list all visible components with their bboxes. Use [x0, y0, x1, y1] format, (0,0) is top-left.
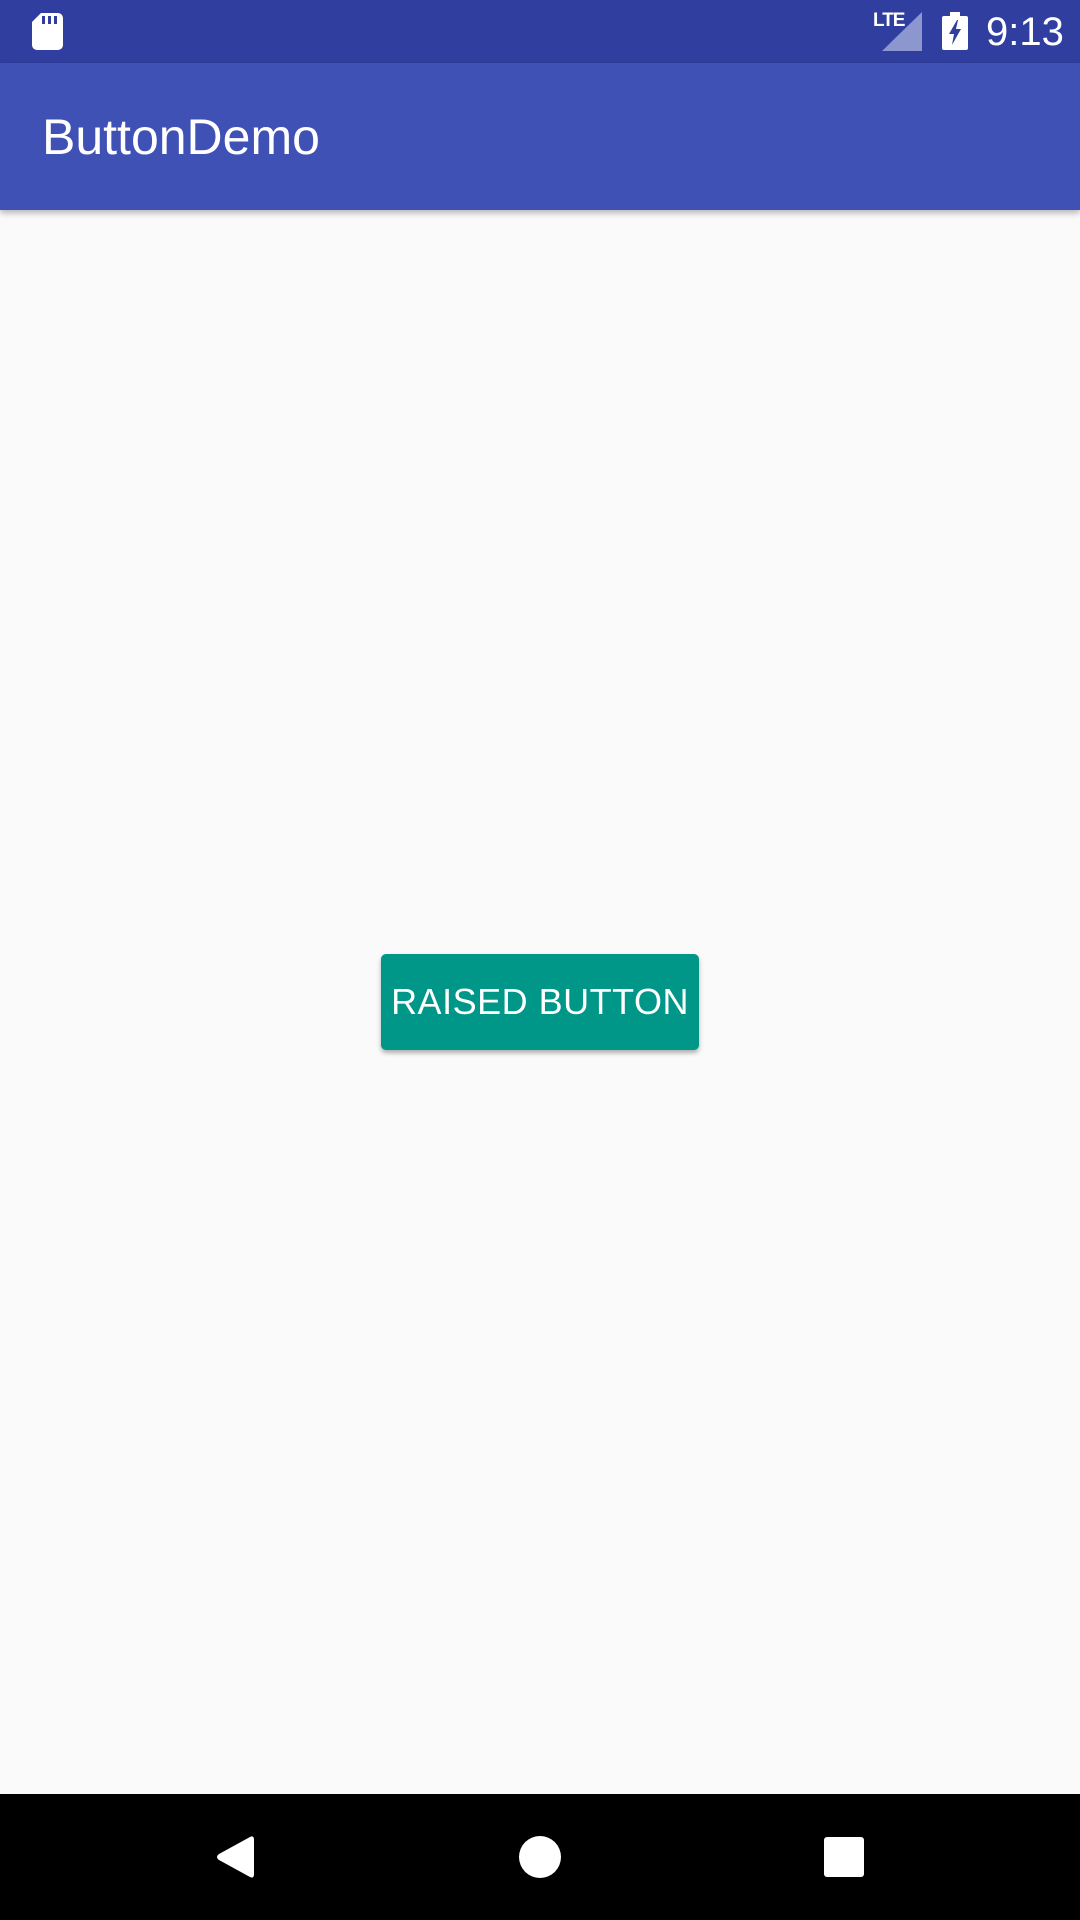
raised-button[interactable]: RAISED BUTTON — [381, 954, 699, 1050]
status-bar: LTE 9:13 — [0, 0, 1080, 63]
main-content: RAISED BUTTON — [0, 210, 1080, 1794]
app-title: ButtonDemo — [42, 109, 320, 165]
screen: LTE 9:13 ButtonDemo RAISED BUTTON — [0, 0, 1080, 1920]
navigation-bar — [0, 1794, 1080, 1920]
sd-card-icon — [32, 13, 63, 50]
back-icon — [217, 1836, 254, 1878]
clock: 9:13 — [986, 10, 1064, 54]
app-bar: ButtonDemo — [0, 63, 1080, 210]
recents-button[interactable] — [809, 1822, 879, 1892]
home-button[interactable] — [505, 1822, 575, 1892]
home-icon — [519, 1836, 561, 1878]
back-button[interactable] — [200, 1822, 270, 1892]
battery-charging-icon — [942, 12, 968, 50]
cell-signal-icon — [882, 12, 922, 51]
recents-icon — [824, 1837, 864, 1877]
